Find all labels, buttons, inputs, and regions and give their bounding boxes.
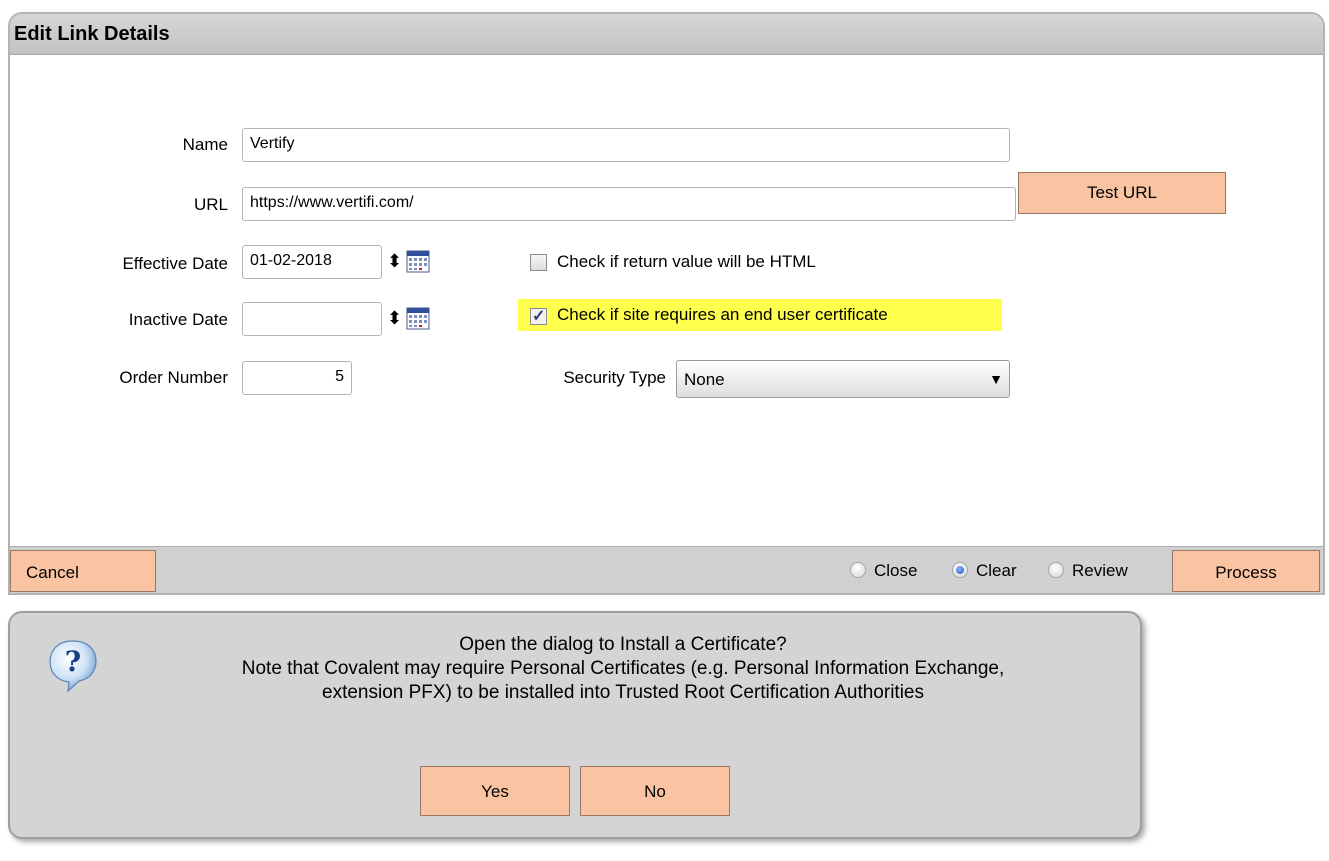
security-type-select[interactable]: None ▼ (676, 360, 1010, 398)
name-input[interactable]: Vertify (242, 128, 1010, 162)
confirm-dialog: ? Open the dialog to Install a Certifica… (8, 611, 1142, 839)
panel-footer: Cancel Close Clear Review Process (10, 546, 1323, 593)
process-button[interactable]: Process (1172, 550, 1320, 592)
radio-review-label: Review (1072, 561, 1128, 580)
radio-review[interactable] (1048, 562, 1064, 578)
panel-title: Edit Link Details (14, 23, 170, 45)
no-button[interactable]: No (580, 766, 730, 816)
question-icon: ? (49, 640, 97, 693)
order-number-input[interactable]: 5 (242, 361, 352, 395)
test-url-button[interactable]: Test URL (1018, 172, 1226, 214)
certificate-label: Check if site requires an end user certi… (557, 305, 888, 324)
url-input[interactable]: https://www.vertifi.com/ (242, 187, 1016, 221)
yes-button[interactable]: Yes (420, 766, 570, 816)
security-type-value: None (684, 370, 725, 389)
effective-date-input[interactable]: 01-02-2018 (242, 245, 382, 279)
chevron-down-icon: ▼ (989, 371, 1003, 387)
edit-link-panel: Edit Link Details Name Vertify URL https… (8, 12, 1325, 595)
url-label: URL (193, 195, 228, 214)
inactive-date-spinner-icon[interactable]: ⬍ (387, 309, 402, 327)
effective-date-label: Effective Date (122, 254, 228, 273)
svg-text:?: ? (65, 645, 81, 678)
html-return-label: Check if return value will be HTML (557, 252, 816, 271)
radio-close[interactable] (850, 562, 866, 578)
effective-date-spinner-icon[interactable]: ⬍ (387, 252, 402, 270)
radio-clear-label: Clear (976, 561, 1017, 580)
radio-clear[interactable] (952, 562, 968, 578)
dialog-message-line: Open the dialog to Install a Certificate… (459, 634, 787, 655)
name-label: Name (182, 135, 228, 154)
radio-close-label: Close (874, 561, 918, 580)
calendar-icon[interactable] (406, 306, 430, 330)
inactive-date-label: Inactive Date (128, 310, 228, 329)
cancel-button[interactable]: Cancel (10, 550, 156, 592)
dialog-message-line: Note that Covalent may require Personal … (241, 658, 1005, 679)
order-number-label: Order Number (119, 368, 228, 387)
panel-header (10, 14, 1323, 55)
security-type-label: Security Type (563, 368, 666, 387)
dialog-message-line: extension PFX) to be installed into Trus… (322, 682, 924, 703)
html-return-checkbox[interactable] (530, 254, 547, 271)
inactive-date-input[interactable] (242, 302, 382, 336)
certificate-checkbox[interactable] (530, 306, 547, 326)
dialog-message: Open the dialog to Install a Certificate… (118, 633, 1128, 705)
calendar-icon[interactable] (406, 249, 430, 273)
